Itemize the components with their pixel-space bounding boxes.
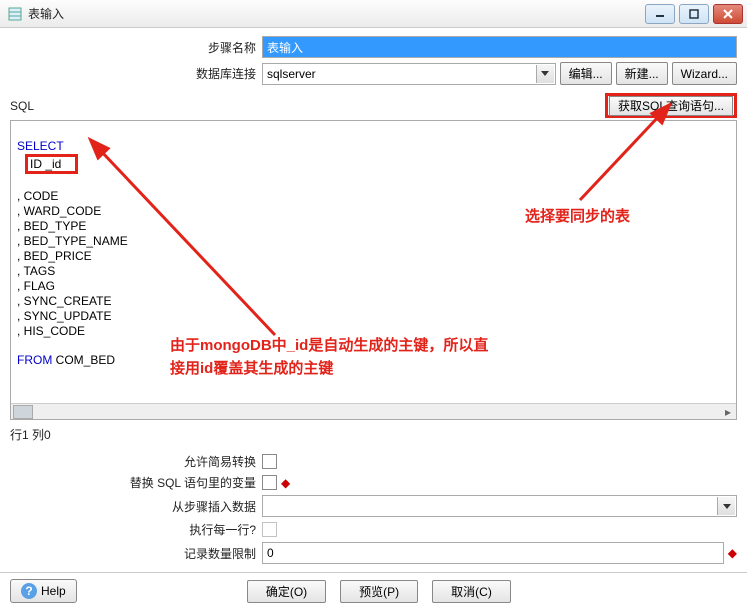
combo-dropdown-button[interactable]: [536, 65, 554, 83]
db-conn-label: 数据库连接: [10, 65, 262, 82]
new-button[interactable]: 新建...: [616, 62, 668, 85]
step-name-label: 步骤名称: [10, 39, 262, 56]
help-button[interactable]: ? Help: [10, 579, 77, 603]
sql-id-line: ID _id: [30, 157, 61, 171]
sql-section: SQL 获取SQL查询语句... SELECT ID _id , CODE , …: [0, 93, 747, 420]
ok-button[interactable]: 确定(O): [247, 580, 326, 603]
titlebar: 表输入: [0, 0, 747, 28]
edit-button[interactable]: 编辑...: [560, 62, 612, 85]
app-icon: [8, 7, 22, 21]
maximize-button[interactable]: [679, 4, 709, 24]
cancel-button[interactable]: 取消(C): [432, 580, 511, 603]
lower-form: 允许简易转换 替换 SQL 语句里的变量 ◆ 从步骤插入数据 执行每一行? 记录…: [0, 449, 747, 572]
replace-vars-checkbox[interactable]: [262, 475, 277, 490]
cursor-position: 行1 列0: [10, 428, 51, 442]
exec-each-row-checkbox[interactable]: [262, 522, 277, 537]
get-sql-highlight: 获取SQL查询语句...: [605, 93, 737, 118]
form-area: 步骤名称 表输入 数据库连接 sqlserver 编辑... 新建... Wiz…: [0, 28, 747, 93]
sql-body: , CODE , WARD_CODE , BED_TYPE , BED_TYPE…: [17, 189, 128, 338]
required-indicator-icon: ◆: [281, 476, 290, 490]
record-limit-label: 记录数量限制: [10, 545, 262, 562]
get-sql-button[interactable]: 获取SQL查询语句...: [609, 96, 733, 116]
chevron-down-icon: [541, 71, 549, 76]
exec-each-row-label: 执行每一行?: [10, 521, 262, 538]
bottom-bar: ? Help 确定(O) 预览(P) 取消(C): [0, 572, 747, 609]
wizard-button[interactable]: Wizard...: [672, 62, 737, 85]
db-conn-combo[interactable]: sqlserver: [262, 63, 556, 85]
status-row: 行1 列0: [0, 420, 747, 449]
sql-textarea[interactable]: SELECT ID _id , CODE , WARD_CODE , BED_T…: [10, 120, 737, 420]
insert-from-step-label: 从步骤插入数据: [10, 498, 262, 515]
sql-label: SQL: [10, 99, 605, 113]
minimize-button[interactable]: [645, 4, 675, 24]
step-name-input[interactable]: 表输入: [262, 36, 737, 58]
sql-h-scrollbar[interactable]: ▸: [11, 403, 736, 419]
help-icon: ?: [21, 583, 37, 599]
allow-lazy-label: 允许简易转换: [10, 453, 262, 470]
sql-from-rest: COM_BED: [52, 353, 115, 367]
insert-from-step-combo[interactable]: [262, 495, 737, 517]
id-highlight-box: ID _id: [25, 154, 78, 174]
window-title: 表输入: [28, 5, 64, 22]
record-limit-value: 0: [267, 546, 274, 560]
scrollbar-right-arrow[interactable]: ▸: [720, 405, 736, 419]
record-limit-input[interactable]: 0: [262, 542, 724, 564]
required-indicator-icon: ◆: [728, 546, 737, 560]
replace-vars-label: 替换 SQL 语句里的变量: [10, 474, 262, 491]
close-button[interactable]: [713, 4, 743, 24]
sql-select-kw: SELECT: [17, 139, 64, 153]
chevron-down-icon: [723, 504, 731, 509]
step-name-value: 表输入: [267, 39, 303, 56]
help-label: Help: [41, 584, 66, 598]
sql-from-kw: FROM: [17, 353, 52, 367]
combo-dropdown-button[interactable]: [717, 497, 735, 515]
preview-button[interactable]: 预览(P): [340, 580, 418, 603]
allow-lazy-checkbox[interactable]: [262, 454, 277, 469]
db-conn-value: sqlserver: [267, 67, 316, 81]
scrollbar-handle[interactable]: [13, 405, 33, 419]
